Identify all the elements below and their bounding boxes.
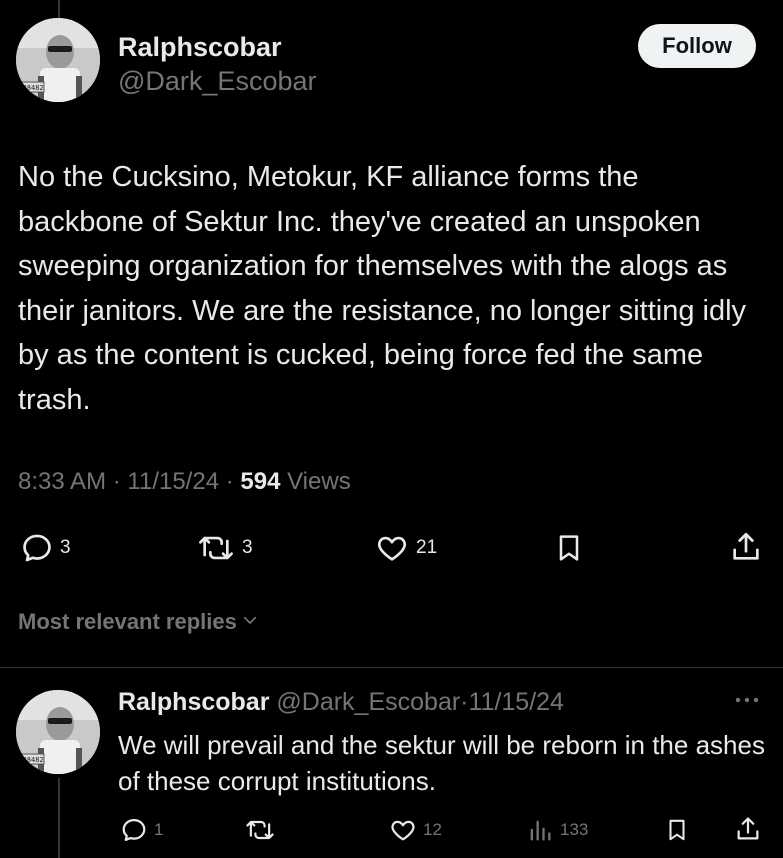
- like-count: 21: [416, 537, 438, 558]
- like-icon: [374, 531, 410, 565]
- reply-icon: [120, 816, 148, 844]
- reply-author-name[interactable]: Ralphscobar: [118, 688, 269, 716]
- author-name[interactable]: Ralphscobar: [118, 32, 282, 63]
- replies-sort-dropdown[interactable]: Most relevant replies: [18, 609, 259, 635]
- reply-author-handle[interactable]: @Dark_Escobar: [276, 688, 460, 716]
- author-handle[interactable]: @Dark_Escobar: [118, 66, 316, 97]
- like-button[interactable]: 21: [374, 531, 437, 565]
- reply-header: Ralphscobar @Dark_Escobar·11/15/24: [118, 688, 564, 717]
- reply-reply-button[interactable]: 1: [120, 816, 163, 844]
- reply-like-button[interactable]: 12: [389, 816, 442, 844]
- tweet-text: No the Cucksino, Metokur, KF alliance fo…: [18, 161, 747, 416]
- chevron-down-icon: [237, 609, 259, 635]
- reply-views-count: 133: [560, 820, 589, 839]
- separator: ·: [460, 688, 469, 716]
- reply-icon: [20, 531, 54, 565]
- reply-views-button[interactable]: 133: [526, 816, 588, 844]
- share-icon: [729, 529, 763, 565]
- reply-button[interactable]: 3: [20, 531, 71, 565]
- tweet-meta: 8:33 AM · 11/15/24 · 594 Views: [18, 468, 351, 496]
- share-button[interactable]: [729, 529, 763, 565]
- repost-icon: [244, 816, 276, 844]
- repost-icon: [196, 531, 236, 565]
- avatar[interactable]: 128482: [16, 18, 100, 102]
- bookmark-button[interactable]: [553, 531, 585, 565]
- bookmark-icon: [553, 531, 585, 565]
- reply-share-button[interactable]: [734, 814, 762, 844]
- reply-count: 3: [60, 537, 71, 558]
- bookmark-icon: [664, 816, 690, 844]
- reply-date[interactable]: 11/15/24: [469, 688, 564, 716]
- views-icon: [526, 816, 554, 844]
- tweet-date[interactable]: 11/15/24: [127, 468, 219, 495]
- reply-like-count: 12: [423, 820, 442, 839]
- reply-repost-button[interactable]: [244, 816, 282, 844]
- like-icon: [389, 816, 417, 844]
- more-button[interactable]: [733, 690, 761, 715]
- repost-button[interactable]: 3: [196, 531, 253, 565]
- reply-avatar[interactable]: 128482: [16, 690, 100, 774]
- views-count: 594: [240, 468, 281, 495]
- views-label: Views: [287, 468, 351, 495]
- reply-reply-count: 1: [154, 820, 164, 839]
- separator: ·: [112, 468, 121, 495]
- reply-bookmark-button[interactable]: [664, 816, 690, 844]
- share-icon: [734, 814, 762, 844]
- tweet-time[interactable]: 8:33 AM: [18, 468, 106, 495]
- repost-count: 3: [242, 537, 253, 558]
- replies-sort-label: Most relevant replies: [18, 609, 237, 634]
- reply-text: We will prevail and the sektur will be r…: [118, 730, 765, 796]
- avatar-placard-text: 128482: [18, 84, 43, 92]
- more-icon: [733, 697, 761, 714]
- divider: [0, 667, 783, 668]
- separator: ·: [225, 468, 234, 495]
- thread-line-top: [58, 0, 60, 18]
- follow-button[interactable]: Follow: [638, 24, 756, 68]
- thread-line-bottom: [58, 778, 60, 858]
- avatar-placard-text: 128482: [18, 756, 43, 764]
